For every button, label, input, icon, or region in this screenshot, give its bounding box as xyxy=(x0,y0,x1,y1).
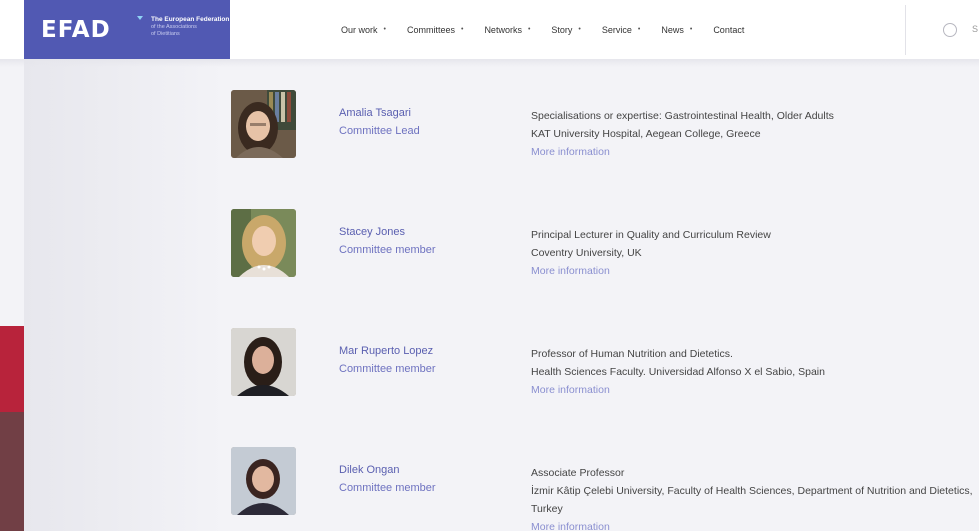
nav-label: News xyxy=(661,24,684,35)
member-photo xyxy=(231,90,296,158)
chevron-down-icon: • xyxy=(578,26,581,33)
member-role: Committee member xyxy=(339,244,436,256)
logo-line-3: of Dietitians xyxy=(151,31,180,37)
member-name[interactable]: Stacey Jones xyxy=(339,226,405,238)
more-information-link[interactable]: More information xyxy=(531,143,979,161)
nav-committees[interactable]: Committees • xyxy=(407,25,463,35)
member-detail-line: KAT University Hospital, Aegean College,… xyxy=(531,128,761,140)
page: EFAD The European Federation of the Asso… xyxy=(0,0,979,531)
nav-label: Committees xyxy=(406,24,455,35)
member-details: Professor of Human Nutrition and Dieteti… xyxy=(531,345,979,399)
nav-label: Story xyxy=(551,24,573,35)
nav-service[interactable]: Service • xyxy=(602,25,640,35)
member-details: Associate Professor İzmir Kâtip Çelebi U… xyxy=(531,464,979,531)
nav-label: Service xyxy=(601,24,632,35)
logo-line-2: of the Associations xyxy=(151,24,197,30)
member-photo xyxy=(231,447,296,515)
nav-story[interactable]: Story • xyxy=(551,25,580,35)
logo-mark: EFAD xyxy=(41,16,111,43)
nav-label: Contact xyxy=(713,24,745,35)
nav-our-work[interactable]: Our work • xyxy=(341,25,386,35)
member-name[interactable]: Mar Ruperto Lopez xyxy=(339,345,433,357)
member-detail-line: İzmir Kâtip Çelebi University, Faculty o… xyxy=(531,485,973,515)
member-detail-line: Principal Lecturer in Quality and Curric… xyxy=(531,229,771,241)
chevron-down-icon: • xyxy=(383,26,386,33)
nav-news[interactable]: News • xyxy=(661,25,692,35)
main-nav: Our work • Committees • Networks • Story… xyxy=(341,0,765,59)
member-role: Committee member xyxy=(339,482,436,494)
site-header: EFAD The European Federation of the Asso… xyxy=(0,0,979,59)
search-label-cut: S xyxy=(972,24,979,34)
nav-divider xyxy=(905,5,906,55)
member-detail-line: Coventry University, UK xyxy=(531,247,642,259)
member-photo xyxy=(231,209,296,277)
more-information-link[interactable]: More information xyxy=(531,518,979,531)
member-card: Dilek Ongan Committee member Associate P… xyxy=(231,447,979,531)
member-detail-line: Health Sciences Faculty. Universidad Alf… xyxy=(531,366,825,378)
member-role: Committee Lead xyxy=(339,125,420,137)
search-icon[interactable] xyxy=(943,23,957,37)
nav-networks[interactable]: Networks • xyxy=(484,25,530,35)
nav-label: Our work xyxy=(341,24,378,35)
member-card: Mar Ruperto Lopez Committee member Profe… xyxy=(231,328,979,398)
member-details: Specialisations or expertise: Gastrointe… xyxy=(531,107,979,161)
member-card: Stacey Jones Committee member Principal … xyxy=(231,209,979,279)
nav-contact[interactable]: Contact xyxy=(713,25,744,35)
left-shadow xyxy=(24,59,224,531)
decorative-red-strip xyxy=(0,326,24,412)
member-detail-line: Specialisations or expertise: Gastrointe… xyxy=(531,110,834,122)
decorative-dark-strip xyxy=(0,412,24,531)
chevron-down-icon: • xyxy=(637,26,641,33)
member-role: Committee member xyxy=(339,363,436,375)
chevron-down-icon: • xyxy=(460,26,464,33)
more-information-link[interactable]: More information xyxy=(531,381,979,399)
member-name[interactable]: Amalia Tsagari xyxy=(339,107,411,119)
nav-label: Networks xyxy=(484,24,522,35)
chevron-down-icon: • xyxy=(689,26,693,33)
more-information-link[interactable]: More information xyxy=(531,262,979,280)
efad-logo[interactable]: EFAD The European Federation of the Asso… xyxy=(24,0,230,59)
member-name[interactable]: Dilek Ongan xyxy=(339,464,400,476)
logo-line-1: The European Federation xyxy=(151,16,230,23)
logo-tagline: The European Federation of the Associati… xyxy=(151,16,229,38)
member-card: Amalia Tsagari Committee Lead Specialisa… xyxy=(231,90,979,160)
member-photo xyxy=(231,328,296,396)
member-detail-line: Associate Professor xyxy=(531,467,625,479)
logo-accent-icon xyxy=(137,16,143,20)
header-shadow xyxy=(0,59,979,67)
member-details: Principal Lecturer in Quality and Curric… xyxy=(531,226,979,280)
member-detail-line: Professor of Human Nutrition and Dieteti… xyxy=(531,348,733,360)
chevron-down-icon: • xyxy=(527,26,531,33)
